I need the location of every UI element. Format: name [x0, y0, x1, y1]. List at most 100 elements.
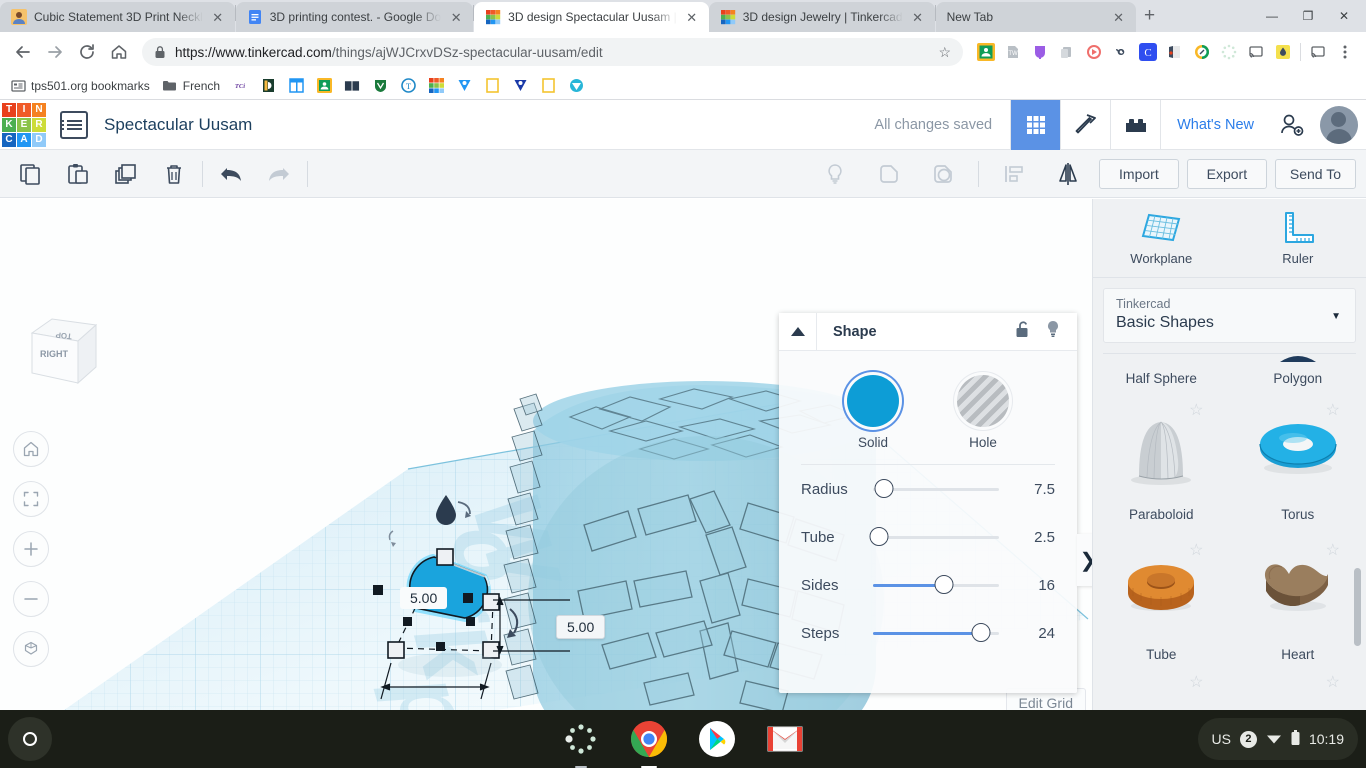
bookmark-item[interactable]	[288, 78, 304, 94]
lightbulb-icon[interactable]	[1045, 320, 1061, 343]
undo-button[interactable]	[207, 150, 255, 198]
shape-item-polygon[interactable]: Polygon	[1230, 354, 1366, 388]
zoom-out-button[interactable]	[13, 581, 49, 617]
collapse-triangle-icon[interactable]	[779, 312, 817, 351]
forward-button[interactable]	[40, 37, 70, 67]
shape-item-next-1[interactable]: ☆	[1093, 668, 1230, 698]
reload-button[interactable]	[72, 37, 102, 67]
home-view-button[interactable]	[13, 431, 49, 467]
ungroup-button[interactable]	[920, 150, 966, 198]
shape-item-tube[interactable]: ☆ Tube	[1093, 528, 1230, 668]
circle-pencil-icon[interactable]	[1189, 39, 1215, 65]
bookmark-item[interactable]	[512, 78, 528, 94]
shape-item-half-sphere[interactable]: Half Sphere	[1093, 354, 1230, 388]
browser-tab-4[interactable]: New Tab ✕	[935, 2, 1136, 32]
mirror-button[interactable]	[1045, 150, 1091, 198]
send-to-button[interactable]: Send To	[1274, 158, 1356, 189]
bookmark-item[interactable]	[484, 78, 500, 94]
dimension-value-horizontal[interactable]: 5.00	[400, 587, 448, 609]
favorite-star-icon[interactable]: ☆	[1326, 672, 1340, 692]
shape-item-torus[interactable]: ☆ Torus	[1230, 388, 1366, 528]
system-status-tray[interactable]: US 2 10:19	[1197, 718, 1358, 760]
red-play-icon[interactable]	[1081, 39, 1107, 65]
bookmark-item[interactable]	[540, 78, 556, 94]
tab-close-icon[interactable]: ✕	[210, 9, 226, 25]
gmail-app-button[interactable]	[764, 718, 806, 760]
bookmark-item[interactable]	[260, 78, 276, 94]
tab-close-icon[interactable]: ✕	[684, 9, 700, 25]
tube-value[interactable]: 2.5	[1011, 529, 1055, 546]
invite-button[interactable]	[1270, 100, 1314, 150]
minimize-button[interactable]: —	[1254, 0, 1290, 32]
chrome-menu-icon[interactable]	[1332, 39, 1358, 65]
favorite-star-icon[interactable]: ☆	[1189, 540, 1203, 560]
document-list-icon[interactable]	[60, 110, 88, 139]
fit-to-view-button[interactable]	[13, 481, 49, 517]
browser-tab-0[interactable]: Cubic Statement 3D Print Neckl ✕	[0, 2, 235, 32]
ruler-tool[interactable]: Ruler	[1230, 199, 1366, 277]
door-icon[interactable]	[1162, 39, 1188, 65]
avatar[interactable]	[1320, 105, 1358, 144]
back-button[interactable]	[8, 37, 38, 67]
home-button[interactable]	[104, 37, 134, 67]
browser-tab-3[interactable]: 3D design Jewelry | Tinkercad ✕	[708, 2, 935, 32]
tinkercad-logo-icon[interactable]: T I N K E R C A D	[0, 100, 48, 150]
keyboard-layout[interactable]: US	[1212, 731, 1231, 747]
tab-bricks[interactable]	[1110, 99, 1160, 150]
sidebar-scrollbar[interactable]	[1354, 568, 1361, 646]
chrome-app-button[interactable]	[628, 718, 670, 768]
export-button[interactable]: Export	[1186, 158, 1267, 189]
c-icon[interactable]: C	[1135, 39, 1161, 65]
browser-tab-2[interactable]: 3D design Spectacular Uusam | ✕	[474, 2, 709, 32]
paste-button[interactable]	[54, 150, 102, 198]
tab-close-icon[interactable]: ✕	[910, 9, 926, 25]
grey-stack-icon[interactable]	[1054, 39, 1080, 65]
shapes-grid[interactable]: Half Sphere Polygon ☆ Paraboloid ☆ Torus…	[1093, 354, 1366, 702]
bookmark-star-icon[interactable]: ☆	[938, 44, 951, 61]
copy-button[interactable]	[6, 150, 54, 198]
group-button[interactable]	[866, 150, 912, 198]
tab-codeblocks[interactable]	[1060, 99, 1110, 150]
solid-swatch[interactable]	[847, 375, 899, 427]
yellow-drop-icon[interactable]	[1270, 39, 1296, 65]
shape-library-dropdown[interactable]: Tinkercad Basic Shapes ▼	[1103, 288, 1356, 343]
whats-new-link[interactable]: What's New	[1160, 99, 1270, 150]
browser-tab-1[interactable]: 3D printing contest. - Google Do ✕	[235, 2, 474, 32]
unlock-icon[interactable]	[1015, 320, 1031, 343]
zoom-in-button[interactable]	[13, 531, 49, 567]
workplane-tool[interactable]: Workplane	[1093, 199, 1230, 277]
favorite-star-icon[interactable]: ☆	[1189, 672, 1203, 692]
sides-slider[interactable]	[873, 575, 999, 595]
launcher-button[interactable]	[8, 717, 52, 761]
shape-item-paraboloid[interactable]: ☆ Paraboloid	[1093, 388, 1230, 528]
bookmark-item[interactable]: T	[400, 78, 416, 94]
lightbulb-button[interactable]	[812, 150, 858, 198]
tw-icon[interactable]: TW	[1000, 39, 1026, 65]
tab-design-view[interactable]	[1010, 99, 1061, 150]
tab-close-icon[interactable]: ✕	[1111, 9, 1127, 25]
align-button[interactable]	[991, 150, 1037, 198]
cast2-icon[interactable]	[1305, 39, 1331, 65]
radius-slider[interactable]	[873, 479, 999, 499]
shape-item-heart[interactable]: ☆ Heart	[1230, 528, 1366, 668]
import-button[interactable]: Import	[1098, 158, 1179, 189]
assistant-app-button[interactable]	[560, 718, 602, 768]
bookmark-item[interactable]: TCi	[232, 78, 248, 94]
bookmark-item[interactable]: French	[162, 78, 220, 94]
bookmark-item[interactable]	[456, 78, 472, 94]
play-store-app-button[interactable]	[696, 718, 738, 760]
ortho-perspective-button[interactable]	[13, 631, 49, 667]
bookmark-item[interactable]	[428, 78, 444, 94]
tab-close-icon[interactable]: ✕	[448, 9, 464, 25]
battery-icon[interactable]	[1291, 729, 1300, 749]
bookmark-item[interactable]: tps501.org bookmarks	[10, 78, 150, 94]
hole-swatch[interactable]	[957, 375, 1009, 427]
hole-option[interactable]: Hole	[957, 375, 1009, 450]
favorite-star-icon[interactable]: ☆	[1326, 540, 1340, 560]
new-tab-button[interactable]: +	[1136, 2, 1164, 30]
delete-button[interactable]	[150, 150, 198, 198]
radius-value[interactable]: 7.5	[1011, 481, 1055, 498]
dotted-circle-icon[interactable]	[1216, 39, 1242, 65]
duplicate-button[interactable]	[102, 150, 150, 198]
wifi-icon[interactable]	[1266, 731, 1282, 748]
